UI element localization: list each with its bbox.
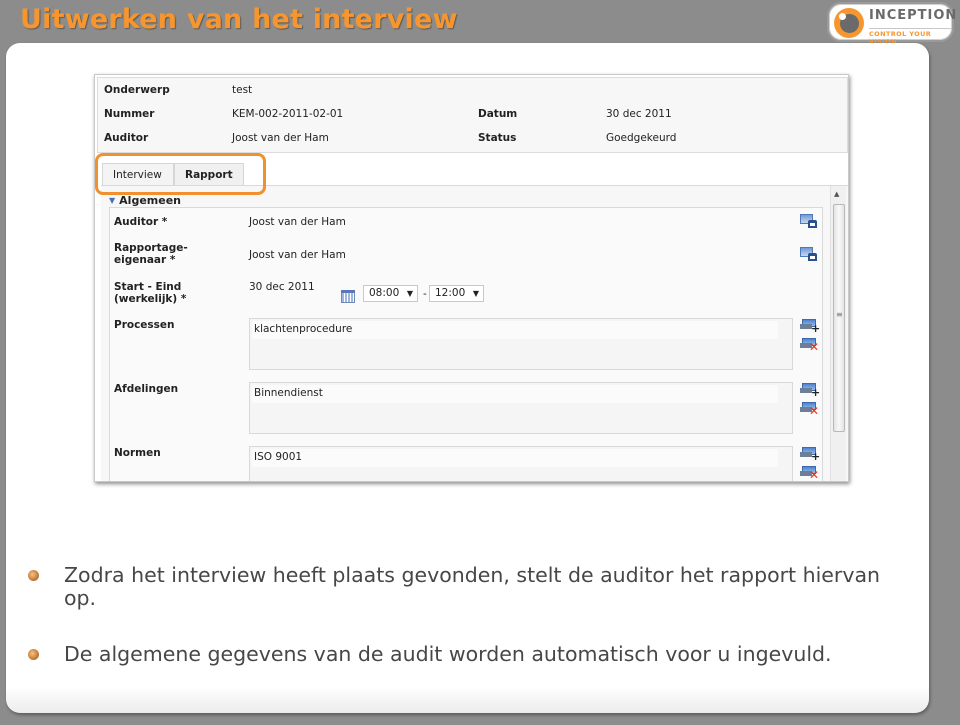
- bullet-item: De algemene gegevens van de audit worden…: [28, 643, 908, 666]
- vertical-scrollbar[interactable]: ▲ ≡: [830, 186, 846, 481]
- end-time-select[interactable]: 12:00 ▼: [429, 285, 484, 302]
- add-item-icon[interactable]: +: [800, 383, 820, 398]
- afdelingen-listbox[interactable]: Binnendienst: [249, 382, 793, 434]
- remove-item-icon[interactable]: ✕: [800, 338, 819, 353]
- eye-logo-icon: [834, 8, 864, 38]
- field-auditor-value: Joost van der Ham: [249, 216, 346, 228]
- start-time-select[interactable]: 08:00 ▼: [363, 285, 418, 302]
- remove-item-icon[interactable]: ✕: [800, 466, 819, 481]
- triangle-down-icon: ▼: [109, 196, 116, 205]
- section-algemeen-header[interactable]: ▼ Algemeen: [109, 194, 181, 207]
- grip-icon: ≡: [836, 310, 843, 319]
- field-startend-date[interactable]: 30 dec 2011: [249, 281, 315, 293]
- add-item-icon[interactable]: +: [800, 447, 820, 462]
- list-item[interactable]: Binnendienst: [252, 385, 778, 403]
- rapport-content: ▼ Algemeen Auditor * Joost van der Ham Ra…: [101, 185, 848, 481]
- normen-listbox[interactable]: ISO 9001: [249, 446, 793, 481]
- time-separator: -: [423, 288, 427, 300]
- lookup-user-icon[interactable]: [800, 247, 817, 261]
- bullet-item: Zodra het interview heeft plaats gevonde…: [28, 564, 908, 610]
- chevron-down-icon: ▼: [406, 289, 413, 298]
- onderwerp-value: test: [232, 84, 253, 96]
- app-screenshot: Onderwerp test Nummer KEM-002-2011-02-01…: [94, 74, 849, 482]
- field-startend-label: Start - Eind (werkelijk) *: [114, 281, 187, 305]
- chevron-down-icon: ▼: [472, 289, 479, 298]
- auditor-label: Auditor: [104, 132, 149, 144]
- onderwerp-label: Onderwerp: [104, 84, 170, 96]
- field-eigenaar-value: Joost van der Ham: [249, 249, 346, 261]
- bullet-icon: [28, 570, 39, 581]
- datum-value: 30 dec 2011: [606, 108, 672, 120]
- bullet-list: Zodra het interview heeft plaats gevonde…: [28, 564, 908, 666]
- section-title: Algemeen: [119, 194, 181, 207]
- status-value: Goedgekeurd: [606, 132, 677, 144]
- processen-listbox[interactable]: klachtenprocedure: [249, 318, 793, 370]
- field-eigenaar-label: Rapportage-eigenaar *: [114, 242, 188, 266]
- logo-brand: INCEPTION: [869, 8, 958, 23]
- bullet-icon: [28, 649, 39, 660]
- algemeen-form: Auditor * Joost van der Ham Rapportage-e…: [109, 207, 823, 481]
- lookup-user-icon[interactable]: [800, 214, 817, 228]
- field-normen-label: Normen: [114, 447, 161, 459]
- datum-label: Datum: [478, 108, 518, 120]
- field-afdelingen-label: Afdelingen: [114, 383, 179, 395]
- nummer-value: KEM-002-2011-02-01: [232, 108, 344, 120]
- slide-title: Uitwerken van het interview: [20, 4, 458, 35]
- remove-item-icon[interactable]: ✕: [800, 402, 819, 417]
- auditor-value: Joost van der Ham: [232, 132, 329, 144]
- audit-header: Onderwerp test Nummer KEM-002-2011-02-01…: [97, 77, 848, 153]
- field-processen-label: Processen: [114, 319, 175, 331]
- scrollbar-thumb[interactable]: ≡: [833, 204, 845, 432]
- field-auditor-label: Auditor *: [114, 216, 168, 228]
- add-item-icon[interactable]: +: [800, 319, 820, 334]
- status-label: Status: [478, 132, 517, 144]
- list-item[interactable]: ISO 9001: [252, 449, 778, 467]
- tab-highlight-callout: [95, 153, 266, 195]
- list-item[interactable]: klachtenprocedure: [252, 321, 778, 339]
- nummer-label: Nummer: [104, 108, 155, 120]
- scroll-up-icon[interactable]: ▲: [834, 190, 839, 198]
- calendar-icon[interactable]: [341, 290, 355, 303]
- inception-logo: INCEPTION CONTROL YOUR VISION: [827, 2, 958, 46]
